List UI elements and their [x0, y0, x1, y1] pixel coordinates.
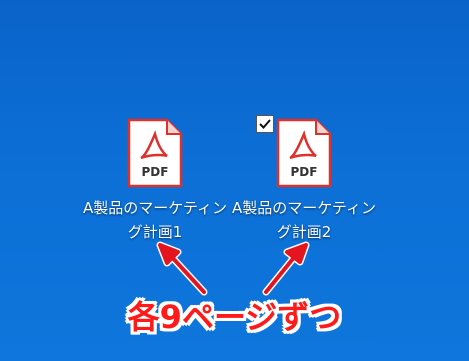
arrow-left — [168, 253, 206, 294]
arrow-right — [264, 253, 298, 294]
desktop: { "desktop": { "icons": [ {"label": "A製品… — [0, 0, 469, 361]
annotation-caption: 各9ページずつ — [127, 298, 342, 336]
